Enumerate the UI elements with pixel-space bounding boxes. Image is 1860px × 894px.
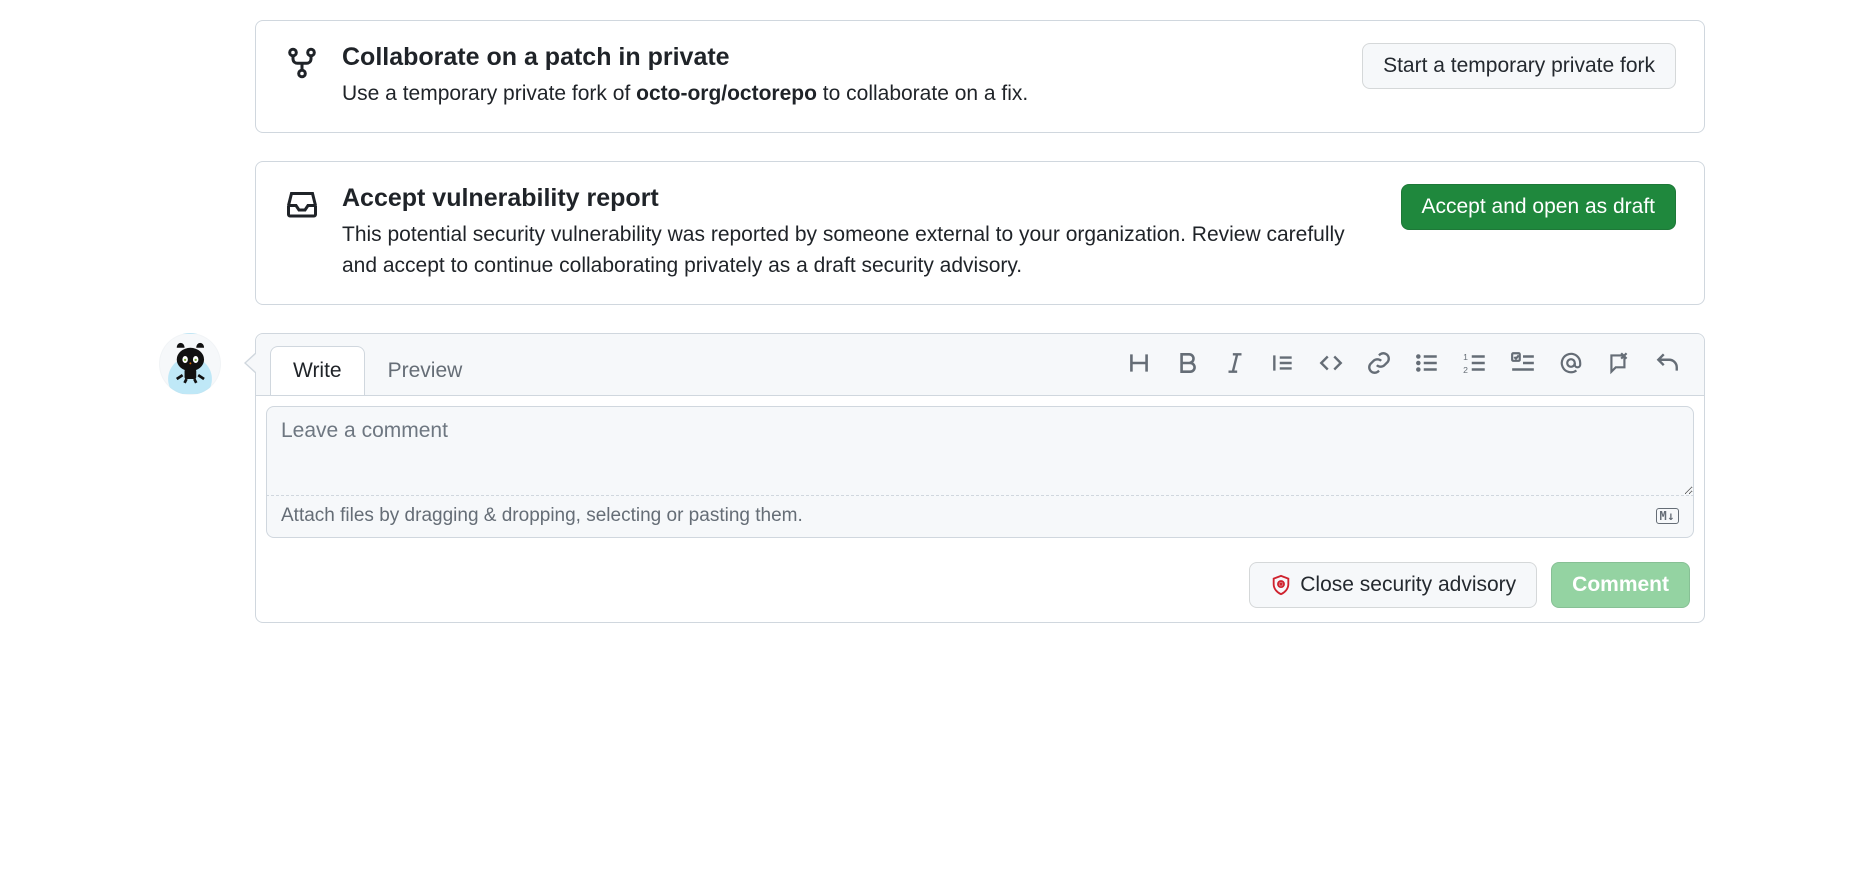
accept-open-draft-button[interactable]: Accept and open as draft — [1401, 184, 1677, 230]
svg-text:2: 2 — [1463, 365, 1468, 375]
shield-x-icon — [1270, 574, 1292, 596]
svg-text:1: 1 — [1463, 352, 1468, 362]
tab-write[interactable]: Write — [270, 346, 365, 395]
cross-reference-icon[interactable] — [1606, 350, 1632, 376]
fork-icon — [284, 45, 320, 81]
comment-tabbar: Write Preview 12 — [256, 334, 1704, 396]
unordered-list-icon[interactable] — [1414, 350, 1440, 376]
comment-button[interactable]: Comment — [1551, 562, 1690, 608]
heading-icon[interactable] — [1126, 350, 1152, 376]
collaborate-card: Collaborate on a patch in private Use a … — [255, 20, 1705, 133]
bold-icon[interactable] — [1174, 350, 1200, 376]
collaborate-desc: Use a temporary private fork of octo-org… — [342, 78, 1340, 110]
ordered-list-icon[interactable]: 12 — [1462, 350, 1488, 376]
link-icon[interactable] — [1366, 350, 1392, 376]
comment-textarea[interactable] — [266, 406, 1694, 496]
code-icon[interactable] — [1318, 350, 1344, 376]
markdown-icon[interactable]: M↓ — [1656, 508, 1679, 524]
avatar — [159, 333, 221, 395]
close-advisory-button[interactable]: Close security advisory — [1249, 562, 1537, 608]
attach-hint-text: Attach files by dragging & dropping, sel… — [281, 505, 803, 527]
comment-composer: Write Preview 12 — [255, 333, 1705, 623]
inbox-icon — [284, 186, 320, 222]
start-private-fork-button[interactable]: Start a temporary private fork — [1362, 43, 1676, 89]
accept-desc: This potential security vulnerability wa… — [342, 219, 1379, 282]
repo-name: octo-org/octorepo — [636, 82, 817, 105]
quote-icon[interactable] — [1270, 350, 1296, 376]
tab-preview[interactable]: Preview — [365, 346, 486, 395]
italic-icon[interactable] — [1222, 350, 1248, 376]
attach-hint-bar[interactable]: Attach files by dragging & dropping, sel… — [266, 495, 1694, 538]
reply-icon[interactable] — [1654, 350, 1680, 376]
mention-icon[interactable] — [1558, 350, 1584, 376]
formatting-toolbar: 12 — [1126, 350, 1690, 390]
accept-title: Accept vulnerability report — [342, 184, 1379, 213]
task-list-icon[interactable] — [1510, 350, 1536, 376]
collaborate-title: Collaborate on a patch in private — [342, 43, 1340, 72]
accept-report-card: Accept vulnerability report This potenti… — [255, 161, 1705, 305]
